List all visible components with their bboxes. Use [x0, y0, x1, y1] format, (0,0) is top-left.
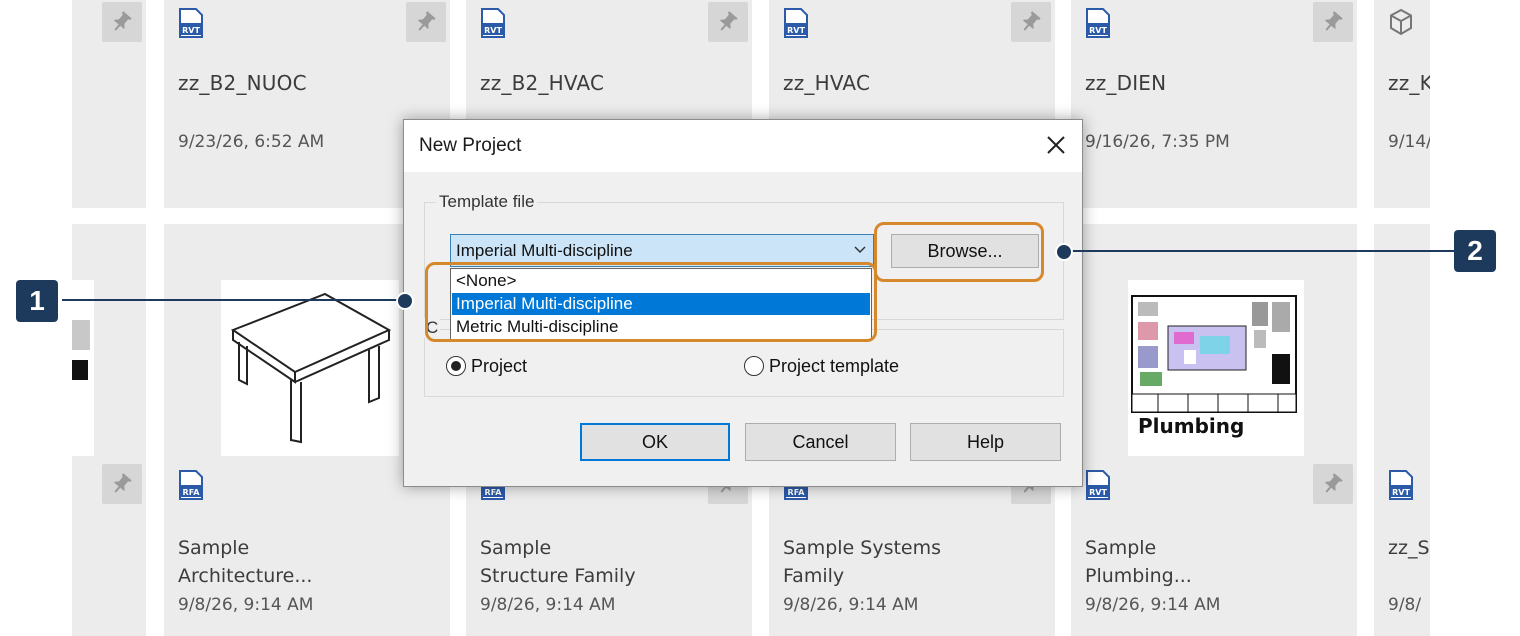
svg-text:RVT: RVT [1392, 488, 1410, 497]
file-name-line1: Sample [178, 537, 250, 559]
file-card[interactable] [72, 0, 146, 208]
file-name-line2: Plumbing... [1085, 565, 1192, 587]
svg-text:RVT: RVT [1089, 26, 1107, 35]
svg-text:RFA: RFA [183, 488, 201, 497]
ok-button[interactable]: OK [580, 423, 730, 461]
file-name: zz_B2_HVAC [480, 71, 605, 95]
file-date: 9/8/26, 9:14 AM [1085, 595, 1221, 615]
callout-1-dot [396, 292, 414, 310]
rvt-file-icon: RVT [480, 8, 506, 38]
file-card[interactable]: zz_K 9/14/ [1374, 0, 1430, 208]
pin-icon [1325, 11, 1343, 31]
pin-icon [1325, 473, 1343, 493]
pin-icon [418, 11, 436, 31]
file-name: Sample Structure Family [480, 534, 636, 590]
file-date: 9/8/ [1388, 595, 1422, 615]
file-card[interactable]: RVT zz_DIEN 9/16/26, 7:35 PM [1071, 0, 1357, 208]
file-name: Sample Architecture... [178, 534, 312, 590]
pin-button[interactable] [708, 2, 748, 42]
file-date: 9/8/26, 9:14 AM [783, 595, 919, 615]
file-name: Sample Systems Family [783, 534, 941, 590]
rvt-file-icon: RVT [1388, 470, 1414, 500]
rvt-file-icon: RVT [1085, 8, 1111, 38]
project-radio[interactable] [446, 356, 466, 376]
pin-button[interactable] [102, 2, 142, 42]
file-date: 9/8/26, 9:14 AM [480, 595, 616, 615]
svg-text:RVT: RVT [182, 26, 200, 35]
pin-icon [114, 11, 132, 31]
close-icon[interactable] [1044, 133, 1068, 157]
file-date: 9/16/26, 7:35 PM [1085, 132, 1230, 152]
pin-button[interactable] [406, 2, 446, 42]
file-name-line1: Sample [480, 537, 552, 559]
file-name: zz_HVAC [783, 71, 871, 95]
plumbing-thumbnail: Plumbing [1128, 280, 1304, 456]
browse-highlight [874, 222, 1044, 282]
pin-icon [114, 473, 132, 493]
file-name-line2: Family [783, 565, 845, 587]
callout-2-line [1066, 250, 1456, 252]
pin-button[interactable] [1313, 2, 1353, 42]
file-name-line1: Sample Systems [783, 537, 942, 559]
table-thumbnail [221, 280, 399, 456]
template-dropdown-value: Imperial Multi-discipline [456, 241, 633, 260]
dropdown-highlight [425, 262, 877, 342]
file-date: 9/23/26, 6:52 AM [178, 132, 325, 152]
project-template-radio[interactable] [744, 356, 764, 376]
pin-icon [1023, 11, 1041, 31]
file-name: Sample Plumbing... [1085, 534, 1192, 590]
file-date: 9/14/ [1388, 132, 1430, 152]
chevron-down-icon [854, 246, 866, 254]
project-template-radio-label: Project template [769, 356, 900, 376]
file-card[interactable]: Plumbing RVT Sample Plumbing... 9/8/26, … [1071, 224, 1357, 636]
file-thumbnail [72, 280, 94, 456]
svg-text:RVT: RVT [787, 26, 805, 35]
callout-1-badge: 1 [16, 280, 58, 322]
plumbing-thumbnail-label: Plumbing [1138, 414, 1245, 438]
rvt-file-icon: RVT [783, 8, 809, 38]
dialog-titlebar: New Project [404, 120, 1082, 172]
template-file-label: Template file [436, 192, 538, 212]
file-name-line2: Structure Family [480, 565, 636, 587]
callout-2-dot [1055, 243, 1073, 261]
svg-text:RFA: RFA [788, 488, 806, 497]
help-button[interactable]: Help [910, 423, 1061, 461]
rfa-file-icon: RFA [178, 470, 204, 500]
pin-button[interactable] [1011, 2, 1051, 42]
cube-icon [1390, 8, 1412, 36]
dialog-title: New Project [419, 135, 522, 156]
file-name: zz_S [1388, 534, 1430, 562]
rvt-file-icon: RVT [178, 8, 204, 38]
svg-text:RVT: RVT [1089, 488, 1107, 497]
file-name-line2: Architecture... [178, 565, 313, 587]
project-radio-label: Project [471, 356, 528, 376]
svg-text:RFA: RFA [485, 488, 503, 497]
cancel-button[interactable]: Cancel [745, 423, 896, 461]
pin-button[interactable] [1313, 464, 1353, 504]
file-name-line1: Sample [1085, 537, 1157, 559]
file-date: 9/8/26, 9:14 AM [178, 595, 314, 615]
file-card[interactable] [72, 224, 146, 636]
file-name: zz_DIEN [1085, 71, 1167, 95]
svg-text:RVT: RVT [484, 26, 502, 35]
rvt-file-icon: RVT [1085, 470, 1111, 500]
callout-1-line [62, 299, 402, 301]
pin-icon [720, 11, 738, 31]
callout-2-badge: 2 [1454, 230, 1496, 272]
pin-button[interactable] [102, 464, 142, 504]
file-name: zz_B2_NUOC [178, 71, 307, 95]
file-card[interactable]: RVT zz_S 9/8/ [1374, 224, 1430, 636]
file-name-line1: zz_S [1388, 537, 1430, 559]
file-name: zz_K [1388, 71, 1430, 95]
